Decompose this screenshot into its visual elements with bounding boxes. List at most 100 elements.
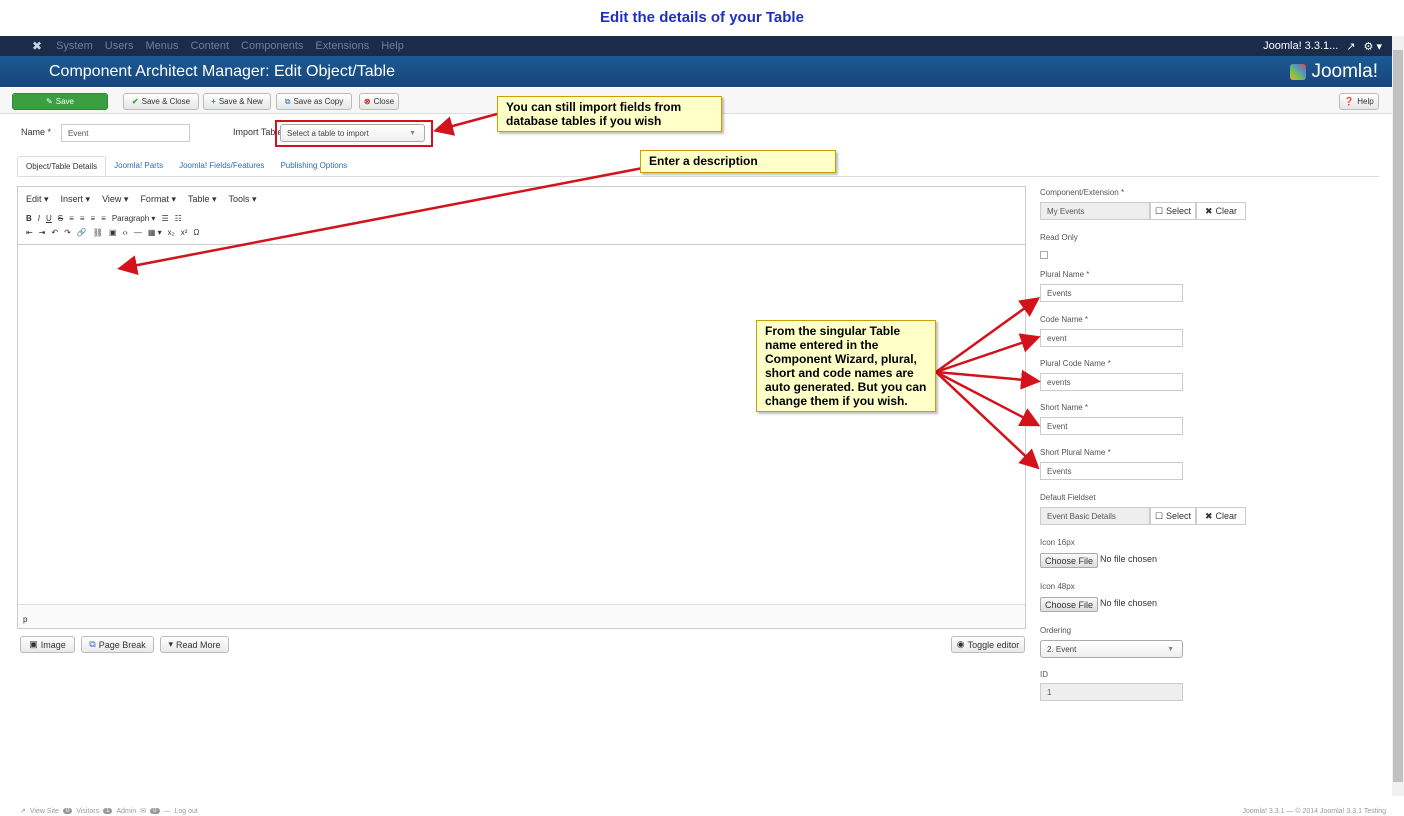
- nav-components[interactable]: Components: [241, 40, 303, 52]
- fieldset-select-button[interactable]: ☐ Select: [1150, 507, 1196, 525]
- plural-code-name-field[interactable]: events: [1040, 373, 1183, 391]
- editor-menu-tools[interactable]: Tools ▾: [229, 194, 257, 205]
- header-title: Component Architect Manager: Edit Object…: [49, 62, 395, 80]
- read-more-button[interactable]: ▾ Read More: [160, 636, 229, 653]
- outdent-icon[interactable]: ⇤: [26, 228, 33, 237]
- subscript-icon[interactable]: x₂: [168, 228, 175, 237]
- nav-extensions[interactable]: Extensions: [315, 40, 369, 52]
- close-label: Close: [373, 97, 395, 106]
- icon-48px-label: Icon 48px: [1040, 582, 1075, 591]
- import-arrow: [433, 112, 498, 136]
- nav-help[interactable]: Help: [381, 40, 404, 52]
- nav-system[interactable]: System: [56, 40, 93, 52]
- save-button[interactable]: ✎ Save: [12, 93, 108, 110]
- image-button[interactable]: ▣ Image: [20, 636, 75, 653]
- admin-label: Admin: [116, 807, 137, 815]
- editor-toolbar-row2: ⇤ ⇥ ↶ ↷ 🔗 ⛓ ▣ ‹› — ▦ ▾ x₂ x² Ω: [26, 228, 199, 237]
- plural-name-label: Plural Name *: [1040, 270, 1090, 279]
- align-left-icon[interactable]: ≡: [69, 214, 74, 223]
- editor-menu-edit[interactable]: Edit ▾: [26, 194, 49, 205]
- file-icon: ☐: [1154, 205, 1164, 216]
- table-icon[interactable]: ▦ ▾: [148, 228, 162, 237]
- nav-users[interactable]: Users: [105, 40, 134, 52]
- editor-menu-view[interactable]: View ▾: [102, 194, 128, 205]
- copy-icon: ⧉: [89, 639, 96, 649]
- name-field[interactable]: Event: [61, 124, 190, 142]
- toggle-editor-label: Toggle editor: [967, 639, 1020, 650]
- horizontal-rule-icon[interactable]: —: [134, 228, 142, 237]
- read-only-checkbox[interactable]: [1040, 251, 1048, 259]
- short-name-field[interactable]: Event: [1040, 417, 1183, 435]
- tab-divider: [17, 176, 1379, 177]
- numbered-list-icon[interactable]: ☷: [175, 214, 182, 223]
- indent-icon[interactable]: ⇥: [39, 228, 46, 237]
- admin-navbar: ✖ System Users Menus Content Components …: [0, 36, 1392, 56]
- bold-icon[interactable]: B: [26, 214, 32, 223]
- save-close-button[interactable]: ✔ Save & Close: [123, 93, 199, 110]
- gear-icon[interactable]: ⚙ ▾: [1364, 40, 1382, 53]
- paragraph-format-select[interactable]: Paragraph ▾: [112, 214, 156, 223]
- help-button[interactable]: ❓ Help: [1339, 93, 1379, 110]
- tab-publishing-options[interactable]: Publishing Options: [272, 156, 355, 176]
- image-icon[interactable]: ▣: [109, 228, 117, 237]
- nav-content[interactable]: Content: [191, 40, 230, 52]
- short-plural-name-field[interactable]: Events: [1040, 462, 1183, 480]
- align-justify-icon[interactable]: ≡: [101, 214, 106, 223]
- icon-16px-choose-file-button[interactable]: Choose File: [1040, 553, 1099, 568]
- save-label: Save: [55, 97, 74, 106]
- description-callout: Enter a description: [640, 150, 836, 173]
- save-as-copy-button[interactable]: ⧉ Save as Copy: [276, 93, 352, 110]
- site-version-link[interactable]: Joomla! 3.3.1...: [1263, 40, 1338, 53]
- redo-icon[interactable]: ↷: [64, 228, 71, 237]
- joomla-menu-icon[interactable]: ✖: [32, 39, 42, 53]
- tab-joomla-parts[interactable]: Joomla! Parts: [106, 156, 171, 176]
- read-only-label: Read Only: [1040, 233, 1078, 242]
- editor-menu-format[interactable]: Format ▾: [140, 194, 176, 205]
- icon-48px-choose-file-button[interactable]: Choose File: [1040, 597, 1099, 612]
- code-icon[interactable]: ‹›: [123, 228, 128, 237]
- editor-menu-insert[interactable]: Insert ▾: [61, 194, 91, 205]
- align-right-icon[interactable]: ≡: [90, 214, 95, 223]
- underline-icon[interactable]: U: [46, 214, 52, 223]
- fieldset-clear-button[interactable]: ✖ Clear: [1196, 507, 1246, 525]
- strikethrough-icon[interactable]: S: [58, 214, 63, 223]
- tab-object-table-details[interactable]: Object/Table Details: [17, 156, 107, 176]
- save-copy-label: Save as Copy: [293, 97, 344, 106]
- logout-link[interactable]: Log out: [175, 808, 198, 815]
- italic-icon[interactable]: I: [38, 214, 40, 223]
- copy-icon: ⧉: [284, 96, 291, 106]
- external-link-icon[interactable]: ↗: [1346, 40, 1355, 53]
- special-character-icon[interactable]: Ω: [193, 228, 199, 237]
- nav-menus[interactable]: Menus: [145, 40, 178, 52]
- logout-icon: —: [163, 807, 171, 815]
- scrollbar-thumb[interactable]: [1393, 50, 1403, 782]
- read-more-label: Read More: [176, 639, 221, 650]
- page-break-button[interactable]: ⧉ Page Break: [81, 636, 154, 653]
- unlink-icon[interactable]: ⛓: [93, 228, 103, 237]
- ordering-select[interactable]: 2. Event ▼: [1040, 640, 1183, 658]
- link-icon[interactable]: 🔗: [77, 228, 87, 237]
- code-name-field[interactable]: event: [1040, 329, 1183, 347]
- editor-menu-table[interactable]: Table ▾: [188, 194, 217, 205]
- component-clear-button[interactable]: ✖ Clear: [1196, 202, 1246, 220]
- help-label: Help: [1357, 97, 1374, 106]
- close-button[interactable]: ⊗ Close: [359, 93, 399, 110]
- footer-copyright: Joomla! 3.3.1 — © 2014 Joomla! 3.3.1 Tes…: [1242, 807, 1386, 815]
- plus-icon: +: [211, 97, 216, 106]
- superscript-icon[interactable]: x²: [181, 228, 188, 237]
- icon-16px-label: Icon 16px: [1040, 538, 1075, 547]
- external-link-icon: ↗: [20, 808, 26, 815]
- save-new-button[interactable]: + Save & New: [203, 93, 271, 110]
- align-center-icon[interactable]: ≡: [80, 214, 85, 223]
- toggle-editor-button[interactable]: ◉ Toggle editor: [951, 636, 1025, 653]
- import-table-select[interactable]: Select a table to import ▼: [280, 124, 425, 142]
- component-select-button[interactable]: ☐ Select: [1150, 202, 1196, 220]
- tab-joomla-fields-features[interactable]: Joomla! Fields/Features: [171, 156, 272, 176]
- view-site-link[interactable]: View Site: [30, 808, 59, 815]
- tab-bar: Object/Table Details Joomla! Parts Jooml…: [17, 156, 355, 176]
- bullet-list-icon[interactable]: ☰: [161, 214, 168, 223]
- plural-name-field[interactable]: Events: [1040, 284, 1183, 302]
- page-scrollbar[interactable]: [1392, 36, 1404, 796]
- undo-icon[interactable]: ↶: [51, 228, 58, 237]
- page-header: Component Architect Manager: Edit Object…: [0, 56, 1392, 87]
